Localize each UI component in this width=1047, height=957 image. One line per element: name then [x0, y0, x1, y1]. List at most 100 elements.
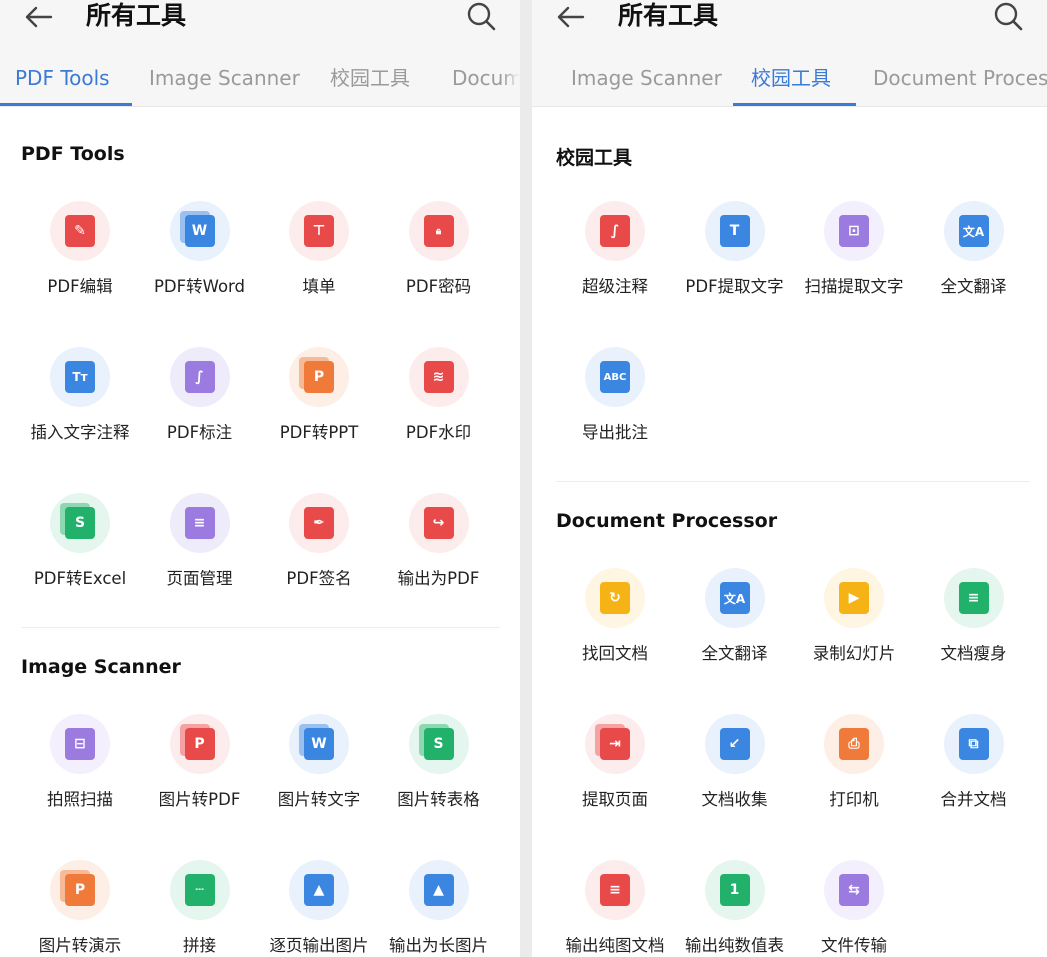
tab-image-scanner[interactable]: Image Scanner: [571, 52, 722, 106]
compress-document-icon: ≡: [943, 568, 1004, 628]
tool-label: 输出为PDF: [397, 569, 480, 588]
tool-item[interactable]: 文A 全文翻译: [914, 201, 1034, 321]
top-bar: 所有工具: [0, 0, 520, 52]
section-title-campus-tools: 校园工具: [556, 147, 633, 169]
tool-label: 输出为长图片: [389, 936, 488, 955]
search-icon: [994, 2, 1023, 31]
tab-bar: PDF Tools Image Scanner 校园工具 Docum: [0, 52, 520, 107]
pdf-to-ppt-icon: P: [289, 347, 349, 407]
export-image-document-icon: ≡: [585, 860, 645, 920]
back-arrow-icon: [557, 6, 585, 28]
back-arrow-icon: [25, 6, 53, 28]
translate-icon: 文A: [704, 568, 765, 628]
search-button[interactable]: [991, 0, 1025, 34]
tab-pdf-tools[interactable]: PDF Tools: [15, 52, 110, 106]
pdf-markup-icon: ∫: [169, 347, 230, 407]
super-annotation-icon: ∫: [585, 201, 645, 261]
tab-campus-tools[interactable]: 校园工具: [330, 52, 410, 106]
text-annotation-icon: Tт: [50, 347, 110, 407]
tool-item[interactable]: W PDF转Word: [140, 201, 260, 321]
image-to-pdf-icon: P: [169, 714, 230, 774]
search-button[interactable]: [464, 0, 498, 34]
tool-item[interactable]: ⎙ 打印机: [794, 714, 914, 834]
image-to-text-icon: W: [289, 714, 349, 774]
tool-item[interactable]: ∫ 超级注释: [555, 201, 675, 321]
page-title: 所有工具: [86, 1, 187, 30]
tool-item[interactable]: ▲ 输出为长图片: [379, 860, 499, 957]
tool-label: 图片转表格: [397, 790, 480, 809]
tool-item[interactable]: ≡ 页面管理: [140, 493, 260, 613]
merge-documents-icon: ⧉: [943, 714, 1004, 774]
page-manage-icon: ≡: [169, 493, 230, 553]
tool-item[interactable]: T PDF提取文字: [675, 201, 795, 321]
tab-campus-tools[interactable]: 校园工具: [751, 52, 831, 106]
back-button[interactable]: [550, 0, 590, 34]
tool-item[interactable]: S PDF转Excel: [20, 493, 140, 613]
active-tab-indicator: [0, 103, 132, 106]
tool-item[interactable]: P 图片转PDF: [140, 714, 260, 834]
section-divider: [556, 481, 1030, 482]
watermark-icon: ≋: [408, 347, 469, 407]
pdf-edit-icon: ✎: [50, 201, 110, 261]
stitch-icon: ┄: [169, 860, 230, 920]
tool-item[interactable]: ABC 导出批注: [555, 347, 675, 467]
tool-label: 导出批注: [582, 423, 648, 442]
tool-item[interactable]: ▶ 录制幻灯片: [794, 568, 914, 688]
printer-icon: ⎙: [824, 714, 884, 774]
pdf-to-excel-icon: S: [50, 493, 110, 553]
tool-item[interactable]: ⇆ 文件传输: [794, 860, 914, 957]
tool-item[interactable]: ↙ 文档收集: [675, 714, 795, 834]
tab-image-scanner[interactable]: Image Scanner: [149, 52, 300, 106]
tab-bar: Image Scanner 校园工具 Document Proces: [532, 52, 1047, 107]
active-tab-indicator: [733, 103, 856, 106]
tool-item[interactable]: P 图片转演示: [20, 860, 140, 957]
tool-item[interactable]: 🔒︎ PDF密码: [379, 201, 499, 321]
tool-item[interactable]: ≡ 文档瘦身: [914, 568, 1034, 688]
tool-label: 文档瘦身: [940, 644, 1007, 663]
record-slides-icon: ▶: [824, 568, 884, 628]
tool-item[interactable]: P PDF转PPT: [259, 347, 379, 467]
collect-documents-icon: ↙: [704, 714, 765, 774]
tool-item[interactable]: ▲ 逐页输出图片: [259, 860, 379, 957]
export-page-images-icon: ▲: [289, 860, 349, 920]
tool-item[interactable]: ✒ PDF签名: [259, 493, 379, 613]
image-to-slides-icon: P: [50, 860, 110, 920]
file-transfer-icon: ⇆: [824, 860, 884, 920]
top-bar: 所有工具: [532, 0, 1047, 52]
section-title-pdf-tools: PDF Tools: [21, 143, 125, 165]
tool-label: 文件传输: [821, 936, 887, 955]
back-button[interactable]: [18, 0, 58, 34]
tool-item[interactable]: S 图片转表格: [379, 714, 499, 834]
section-title-document-processor: Document Processor: [556, 510, 778, 532]
tool-item[interactable]: ∫ PDF标注: [140, 347, 260, 467]
tool-item[interactable]: Tт 插入文字注释: [20, 347, 140, 467]
tool-item[interactable]: ⊟ 拍照扫描: [20, 714, 140, 834]
section-title-image-scanner: Image Scanner: [21, 656, 181, 678]
tool-item[interactable]: W 图片转文字: [259, 714, 379, 834]
translate-icon: 文A: [943, 201, 1004, 261]
tool-item[interactable]: ↻ 找回文档: [555, 568, 675, 688]
export-long-image-icon: ▲: [408, 860, 469, 920]
tool-item[interactable]: ✎ PDF编辑: [20, 201, 140, 321]
tool-item[interactable]: ≋ PDF水印: [379, 347, 499, 467]
scan-extract-text-icon: ⊡: [824, 201, 884, 261]
tool-item[interactable]: 文A 全文翻译: [675, 568, 795, 688]
pdf-to-word-icon: W: [169, 201, 230, 261]
tool-item[interactable]: 1 输出纯数值表: [675, 860, 795, 957]
tool-item[interactable]: ⇥ 提取页面: [555, 714, 675, 834]
tab-document-processor[interactable]: Document Proces: [873, 52, 1047, 106]
tool-item[interactable]: ┄ 拼接: [140, 860, 260, 957]
export-values-table-icon: 1: [704, 860, 765, 920]
tool-label: 全文翻译: [940, 277, 1007, 296]
lock-icon: 🔒︎: [408, 201, 469, 261]
tool-item[interactable]: ⧉ 合并文档: [914, 714, 1034, 834]
tool-item[interactable]: ↪ 输出为PDF: [379, 493, 499, 613]
tool-item[interactable]: ≡ 输出纯图文档: [555, 860, 675, 957]
tool-item[interactable]: ⊤ 填单: [259, 201, 379, 321]
scan-icon: ⊟: [50, 714, 110, 774]
tool-label: PDF水印: [405, 423, 472, 442]
panel-right: 所有工具 Image Scanner 校园工具 Document Proces …: [532, 0, 1047, 957]
extract-pages-icon: ⇥: [585, 714, 645, 774]
fill-form-icon: ⊤: [289, 201, 349, 261]
tool-item[interactable]: ⊡ 扫描提取文字: [794, 201, 914, 321]
